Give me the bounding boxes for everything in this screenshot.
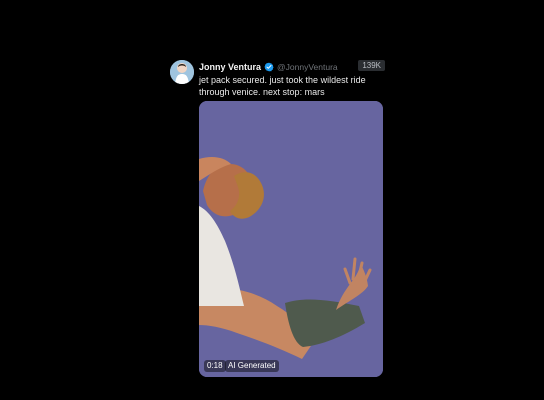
avatar[interactable] (170, 60, 194, 84)
views-count-badge: 139K (358, 60, 385, 71)
post-card: Jonny Ventura @JonnyVentura 139K jet pac… (170, 56, 385, 386)
video-media[interactable]: 0:18 AI Generated (199, 101, 383, 377)
ai-generated-label: AI Generated (225, 360, 279, 372)
post-header: Jonny Ventura @JonnyVentura (199, 61, 338, 73)
video-frame-image (199, 101, 383, 377)
verified-badge-icon (264, 62, 274, 72)
video-duration: 0:18 (204, 360, 226, 372)
author-handle[interactable]: @JonnyVentura (277, 61, 338, 73)
display-name[interactable]: Jonny Ventura (199, 61, 261, 73)
post-text: jet pack secured. just took the wildest … (199, 75, 366, 97)
